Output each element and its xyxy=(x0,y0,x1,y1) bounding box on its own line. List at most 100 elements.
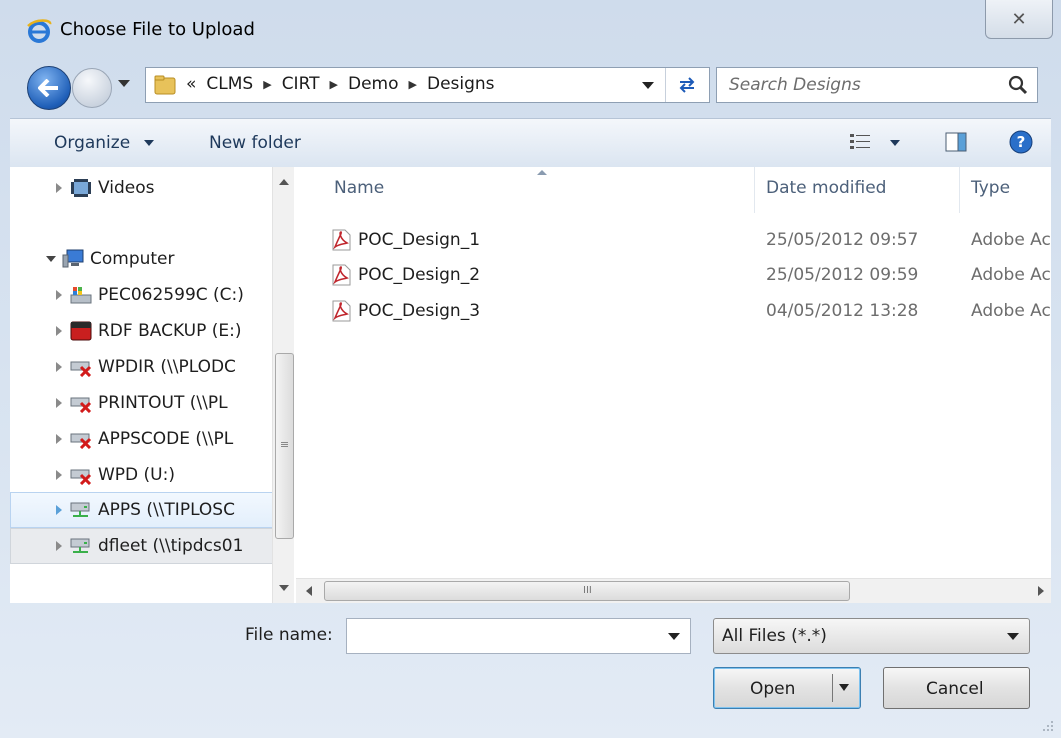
column-header-type[interactable]: Type xyxy=(971,178,1010,198)
nav-item-wpd[interactable]: WPD (U:) xyxy=(10,458,294,492)
nav-item-appscode[interactable]: APPSCODE (\\PL xyxy=(10,422,294,456)
scroll-down-icon[interactable] xyxy=(279,585,289,591)
file-type: Adobe Ac xyxy=(971,230,1051,250)
file-type-select[interactable]: All Files (*.*) xyxy=(713,618,1030,654)
cancel-button[interactable]: Cancel xyxy=(883,667,1030,709)
file-row[interactable]: POC_Design_1 25/05/2012 09:57 Adobe Ac xyxy=(296,224,1051,258)
open-button[interactable]: Open xyxy=(713,667,861,709)
disconnected-network-drive-icon xyxy=(70,361,92,377)
disconnected-network-drive-icon xyxy=(70,433,92,449)
close-button[interactable]: ✕ xyxy=(985,0,1053,39)
navigation-pane[interactable]: Videos Computer PEC062599C (C:) RDF BACK… xyxy=(10,167,294,603)
file-name: POC_Design_1 xyxy=(358,230,481,250)
nav-label: Computer xyxy=(90,249,175,269)
chevron-down-icon xyxy=(1007,633,1019,640)
expand-arrow-icon[interactable] xyxy=(56,183,62,193)
dialog-window: Choose File to Upload ✕ « CLMS ▶ CIRT ▶ … xyxy=(0,0,1061,738)
file-name-field[interactable] xyxy=(346,618,691,654)
file-type: Adobe Ac xyxy=(971,301,1051,321)
column-header-date[interactable]: Date modified xyxy=(766,178,886,198)
chevron-right-icon[interactable]: ▶ xyxy=(409,78,417,91)
chevron-down-icon[interactable] xyxy=(839,684,849,691)
nav-item-drive-c[interactable]: PEC062599C (C:) xyxy=(10,278,294,312)
network-drive-icon xyxy=(70,538,90,553)
expand-arrow-icon[interactable] xyxy=(56,398,62,408)
file-type-value: All Files (*.*) xyxy=(722,626,827,646)
nav-item-computer[interactable]: Computer xyxy=(10,242,294,276)
nav-label: PRINTOUT (\\PL xyxy=(98,393,228,413)
views-dropdown-icon[interactable] xyxy=(890,140,900,146)
file-list[interactable]: Name Date modified Type POC_Design_1 25/… xyxy=(296,167,1051,603)
nav-item-apps[interactable]: APPS (\\TIPLOSC xyxy=(10,492,294,528)
file-horizontal-scrollbar[interactable]: III xyxy=(296,578,1051,603)
views-icon[interactable] xyxy=(850,133,870,151)
preview-pane-icon[interactable] xyxy=(945,132,967,152)
column-divider[interactable] xyxy=(754,167,755,213)
arrow-left-icon xyxy=(38,79,58,97)
scroll-right-icon[interactable] xyxy=(1038,586,1044,596)
address-dropdown-icon[interactable] xyxy=(638,74,658,96)
network-drive-icon xyxy=(70,502,90,517)
collapse-arrow-icon[interactable] xyxy=(46,256,56,262)
nav-label: APPSCODE (\\PL xyxy=(98,429,234,449)
chevron-down-icon xyxy=(143,140,154,146)
chevron-right-icon[interactable]: ▶ xyxy=(330,78,338,91)
breadcrumb-overflow[interactable]: « xyxy=(186,74,196,94)
resize-grip-icon[interactable] xyxy=(1040,718,1054,732)
file-date: 25/05/2012 09:59 xyxy=(766,265,919,285)
breadcrumb-item[interactable]: CIRT xyxy=(282,74,320,94)
chevron-down-icon[interactable] xyxy=(668,633,680,640)
nav-vertical-scrollbar[interactable] xyxy=(272,167,294,603)
breadcrumb-item[interactable]: Designs xyxy=(427,74,495,94)
file-date: 25/05/2012 09:57 xyxy=(766,230,919,250)
expand-arrow-icon[interactable] xyxy=(56,541,62,551)
file-row[interactable]: POC_Design_2 25/05/2012 09:59 Adobe Ac xyxy=(296,259,1051,293)
chevron-right-icon[interactable]: ▶ xyxy=(263,78,271,91)
window-title: Choose File to Upload xyxy=(60,19,255,40)
nav-label: APPS (\\TIPLOSC xyxy=(98,500,235,520)
scrollbar-thumb[interactable] xyxy=(275,353,294,539)
expand-arrow-icon[interactable] xyxy=(56,326,62,336)
nav-item-drive-e[interactable]: RDF BACKUP (E:) xyxy=(10,314,294,348)
nav-item-dfleet[interactable]: dfleet (\\tipdcs01 xyxy=(10,528,294,564)
scrollbar-thumb[interactable]: III xyxy=(324,581,850,601)
organize-menu[interactable]: Organize xyxy=(54,133,154,153)
expand-arrow-icon[interactable] xyxy=(56,434,62,444)
search-input[interactable]: Search Designs xyxy=(729,75,861,95)
expand-arrow-icon[interactable] xyxy=(56,290,62,300)
search-icon[interactable] xyxy=(1007,74,1029,96)
address-bar[interactable]: « CLMS ▶ CIRT ▶ Demo ▶ Designs xyxy=(145,67,710,103)
file-date: 04/05/2012 13:28 xyxy=(766,301,919,321)
expand-arrow-icon[interactable] xyxy=(56,505,62,515)
file-row[interactable]: POC_Design_3 04/05/2012 13:28 Adobe Ac xyxy=(296,295,1051,329)
nav-item-videos[interactable]: Videos xyxy=(10,171,294,205)
nav-item-wpdir[interactable]: WPDIR (\\PLODC xyxy=(10,350,294,384)
split-divider xyxy=(832,674,833,702)
breadcrumb-item[interactable]: Demo xyxy=(348,74,399,94)
expand-arrow-icon[interactable] xyxy=(56,470,62,480)
column-header-name[interactable]: Name xyxy=(334,178,384,198)
scroll-left-icon[interactable] xyxy=(306,586,312,596)
recent-pages-dropdown-icon[interactable] xyxy=(118,80,130,87)
breadcrumb-item[interactable]: CLMS xyxy=(206,74,253,94)
search-box[interactable]: Search Designs xyxy=(716,67,1038,103)
nav-label: dfleet (\\tipdcs01 xyxy=(98,536,244,556)
cancel-label: Cancel xyxy=(926,679,984,699)
refresh-icon xyxy=(679,77,695,93)
pdf-file-icon xyxy=(332,229,351,251)
folder-icon xyxy=(154,75,176,95)
expand-arrow-icon[interactable] xyxy=(56,362,62,372)
breadcrumb: « CLMS ▶ CIRT ▶ Demo ▶ Designs xyxy=(186,74,495,94)
forward-button[interactable] xyxy=(72,68,112,108)
help-icon[interactable]: ? xyxy=(1009,130,1033,154)
sort-ascending-icon xyxy=(537,170,547,175)
refresh-button[interactable] xyxy=(665,68,708,102)
nav-item-printout[interactable]: PRINTOUT (\\PL xyxy=(10,386,294,420)
back-button[interactable] xyxy=(27,66,71,110)
disconnected-network-drive-icon xyxy=(70,469,92,485)
new-folder-button[interactable]: New folder xyxy=(209,133,301,153)
scroll-up-icon[interactable] xyxy=(279,179,289,185)
title-bar: Choose File to Upload ✕ xyxy=(0,0,1061,62)
svg-text:?: ? xyxy=(1017,133,1026,151)
column-divider[interactable] xyxy=(959,167,960,213)
